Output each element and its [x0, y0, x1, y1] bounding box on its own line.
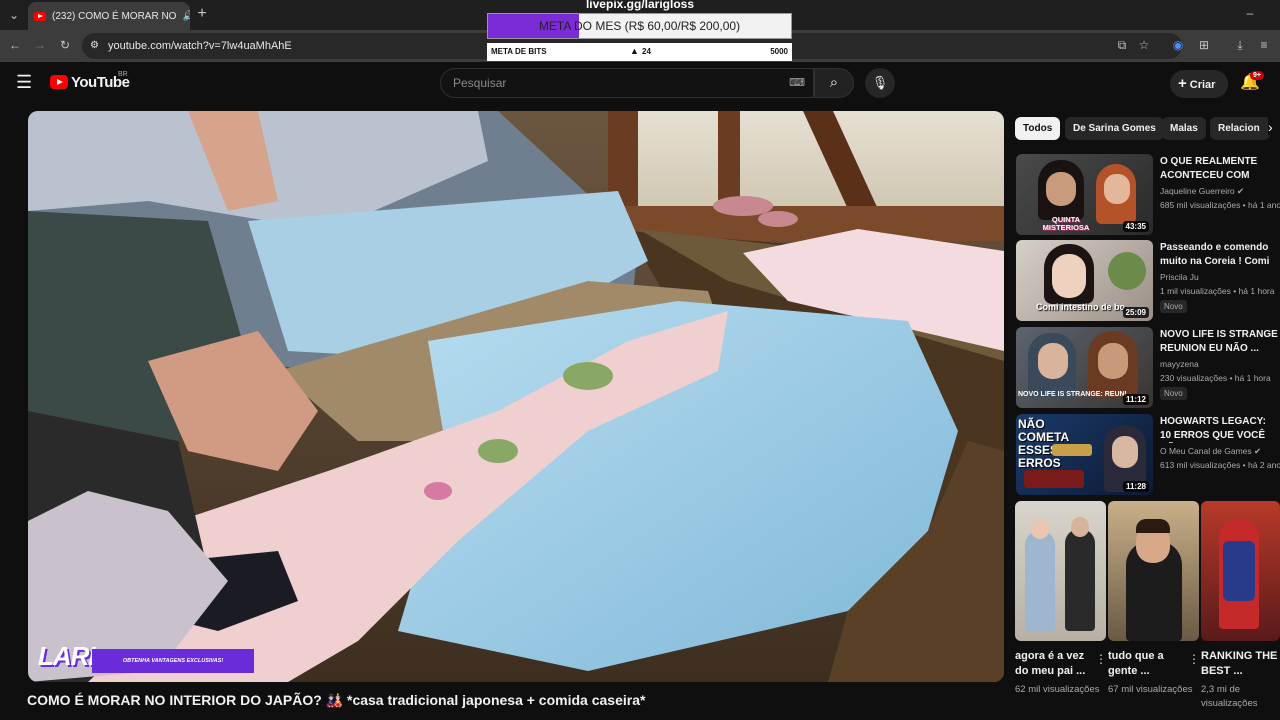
verified-icon: ✔	[1237, 186, 1245, 196]
new-badge: Novo	[1160, 300, 1187, 313]
duration-badge: 43:35	[1122, 221, 1149, 232]
rec-stats: 685 mil visualizações • há 1 ano	[1160, 200, 1280, 210]
duration-badge: 11:12	[1122, 394, 1149, 405]
channel-watermark: LARI OBTENHA VANTAGENS EXCLUSIVAS!	[38, 641, 254, 675]
rec-stats: 230 visualizações • há 1 hora	[1160, 373, 1271, 383]
bits-goal-row: META DE BITS ▲ 24 5000	[487, 43, 792, 61]
bits-triangle-icon: ▲	[630, 46, 639, 56]
rec-stats: 1 mil visualizações • há 1 hora	[1160, 286, 1275, 296]
thumb-caption: Comi intestino de bo	[1036, 302, 1125, 312]
notifications-badge: 9+	[1250, 71, 1264, 80]
youtube-logo-icon[interactable]	[50, 75, 68, 89]
duration-badge: 11:28	[1122, 481, 1149, 492]
goal-progress-bar: META DO MES (R$ 60,00/R$ 200,00)	[487, 13, 792, 39]
video-title: COMO É MORAR NO INTERIOR DO JAPÃO? 🎎 *ca…	[27, 692, 646, 708]
youtube-favicon-icon	[34, 11, 46, 21]
browser-tab[interactable]: (232) COMO É MORAR NO 🔊 ✕	[28, 2, 190, 30]
chip-malas[interactable]: Malas	[1162, 117, 1206, 140]
site-info-icon[interactable]: ⚙	[90, 33, 99, 59]
chip-channel[interactable]: De Sarina Gomes	[1065, 117, 1164, 140]
watermark-banner: OBTENHA VANTAGENS EXCLUSIVAS!	[92, 649, 254, 673]
verified-icon: ✔	[1254, 446, 1262, 456]
chip-related[interactable]: Relacion	[1210, 117, 1270, 140]
rec-channel-name: Jaqueline Guerreiro	[1160, 186, 1235, 196]
short-thumbnail[interactable]	[1108, 501, 1199, 641]
bits-label: META DE BITS	[491, 47, 547, 56]
url-text: youtube.com/watch?v=7lw4uaMhAhE	[108, 40, 292, 52]
extensions-puzzle-icon[interactable]: ⊞	[1194, 35, 1214, 55]
cast-icon[interactable]: ⧉	[1112, 35, 1132, 55]
thumb-caption: NOVO LIFE IS STRANGE: REUNI	[1018, 391, 1127, 398]
rec-title[interactable]: Passeando e comendo muito na Coreia ! Co…	[1160, 241, 1278, 269]
create-label: Criar	[1189, 79, 1216, 91]
video-thumbnail[interactable]: NÃO COMETA ESSES ERROS 11:28	[1016, 414, 1153, 495]
forward-arrow-icon[interactable]: →	[30, 35, 50, 55]
tab-search-icon[interactable]: ⌄	[4, 5, 24, 25]
rec-channel[interactable]: O Meu Canal de Games ✔	[1160, 446, 1261, 457]
create-button[interactable]: + Criar	[1170, 70, 1228, 98]
duration-badge: 25:09	[1122, 307, 1149, 318]
three-dots-icon[interactable]: ⋮	[1188, 652, 1200, 666]
keyboard-icon[interactable]: ⌨	[789, 69, 805, 97]
thumb-caption: QUINTA MISTERIOSA	[1042, 215, 1090, 232]
search-input[interactable]: Pesquisar ⌨	[440, 68, 814, 98]
short-title[interactable]: RANKING THE BEST ...	[1201, 649, 1279, 679]
three-dots-icon[interactable]: ⋮	[1095, 652, 1107, 666]
recommendation-card[interactable]: NOVO LIFE IS STRANGE: REUNI 11:12 NOVO L…	[1016, 327, 1280, 409]
back-arrow-icon[interactable]: ←	[5, 35, 25, 55]
watermark-logo: LARI	[38, 641, 96, 671]
video-player[interactable]: LARI OBTENHA VANTAGENS EXCLUSIVAS!	[28, 111, 1004, 682]
reload-icon[interactable]: ↻	[55, 35, 75, 55]
bits-goal: 5000	[770, 47, 788, 56]
short-thumbnail[interactable]	[1015, 501, 1106, 641]
rec-title[interactable]: O QUE REALMENTE ACONTECEU COM ELIZA...	[1160, 155, 1278, 183]
short-title[interactable]: tudo que a gente ...	[1108, 649, 1186, 679]
hogwarts-logo-icon	[1052, 444, 1092, 456]
recommendation-card[interactable]: QUINTA MISTERIOSA 43:35 O QUE REALMENTE …	[1016, 154, 1280, 236]
rec-channel[interactable]: mayyzena	[1160, 359, 1199, 369]
extension-icon[interactable]: ◉	[1168, 35, 1188, 55]
rec-stats: 613 mil visualizações • há 2 anos	[1160, 460, 1280, 470]
search-placeholder: Pesquisar	[453, 76, 507, 90]
new-tab-icon[interactable]: +	[192, 4, 212, 24]
hamburger-menu-icon[interactable]: ☰	[16, 73, 32, 91]
search-icon[interactable]: ⌕	[814, 68, 854, 98]
bookmark-star-icon[interactable]: ☆	[1134, 35, 1154, 55]
rec-channel[interactable]: Priscila Ju	[1160, 272, 1199, 282]
short-views: 2,3 mi de visualizações	[1201, 684, 1258, 709]
chip-all[interactable]: Todos	[1015, 117, 1061, 140]
video-thumbnail[interactable]: QUINTA MISTERIOSA 43:35	[1016, 154, 1153, 235]
rec-title[interactable]: NOVO LIFE IS STRANGE REUNION EU NÃO ...	[1160, 328, 1278, 356]
short-views: 67 mil visualizações	[1108, 684, 1193, 695]
rec-title[interactable]: HOGWARTS LEGACY: 10 ERROS QUE VOCÊ NÃO .…	[1160, 415, 1278, 443]
speaker-icon[interactable]: 🔊	[182, 11, 190, 22]
bits-current: 24	[642, 47, 651, 56]
region-code: BR	[118, 71, 128, 78]
short-title[interactable]: agora é a vez do meu pai ...	[1015, 649, 1093, 679]
short-thumbnail[interactable]	[1201, 501, 1280, 641]
minimize-icon[interactable]: –	[1240, 3, 1260, 23]
video-thumbnail[interactable]: NOVO LIFE IS STRANGE: REUNI 11:12	[1016, 327, 1153, 408]
mic-icon[interactable]: 🎙	[865, 68, 895, 98]
tab-title: (232) COMO É MORAR NO	[52, 10, 177, 22]
video-frame-image	[28, 111, 1004, 682]
video-thumbnail[interactable]: Comi intestino de bo 25:09	[1016, 240, 1153, 321]
short-views: 62 mil visualizações	[1015, 684, 1100, 695]
plus-icon: +	[1178, 75, 1187, 92]
recommendation-card[interactable]: NÃO COMETA ESSES ERROS 11:28 HOGWARTS LE…	[1016, 414, 1280, 496]
chevron-right-icon[interactable]: ›	[1268, 119, 1280, 135]
download-icon[interactable]: ⤓	[1230, 35, 1250, 55]
recommendation-card[interactable]: Comi intestino de bo 25:09 Passeando e c…	[1016, 240, 1280, 322]
livepix-goal-overlay: livepix.gg/larigloss META DO MES (R$ 60,…	[487, 0, 793, 62]
youtube-header: ☰ YouTube BR Pesquisar ⌨ ⌕ 🎙 + Criar 🔔 9+	[0, 62, 1280, 104]
rec-channel-name: O Meu Canal de Games	[1160, 446, 1252, 456]
error-icons	[1024, 470, 1084, 488]
goal-text: META DO MES (R$ 60,00/R$ 200,00)	[538, 19, 741, 33]
rec-channel[interactable]: Jaqueline Guerreiro ✔	[1160, 186, 1244, 197]
overlay-url: livepix.gg/larigloss	[585, 0, 695, 11]
new-badge: Novo	[1160, 387, 1187, 400]
sidepanel-icon[interactable]: ≡	[1254, 35, 1274, 55]
